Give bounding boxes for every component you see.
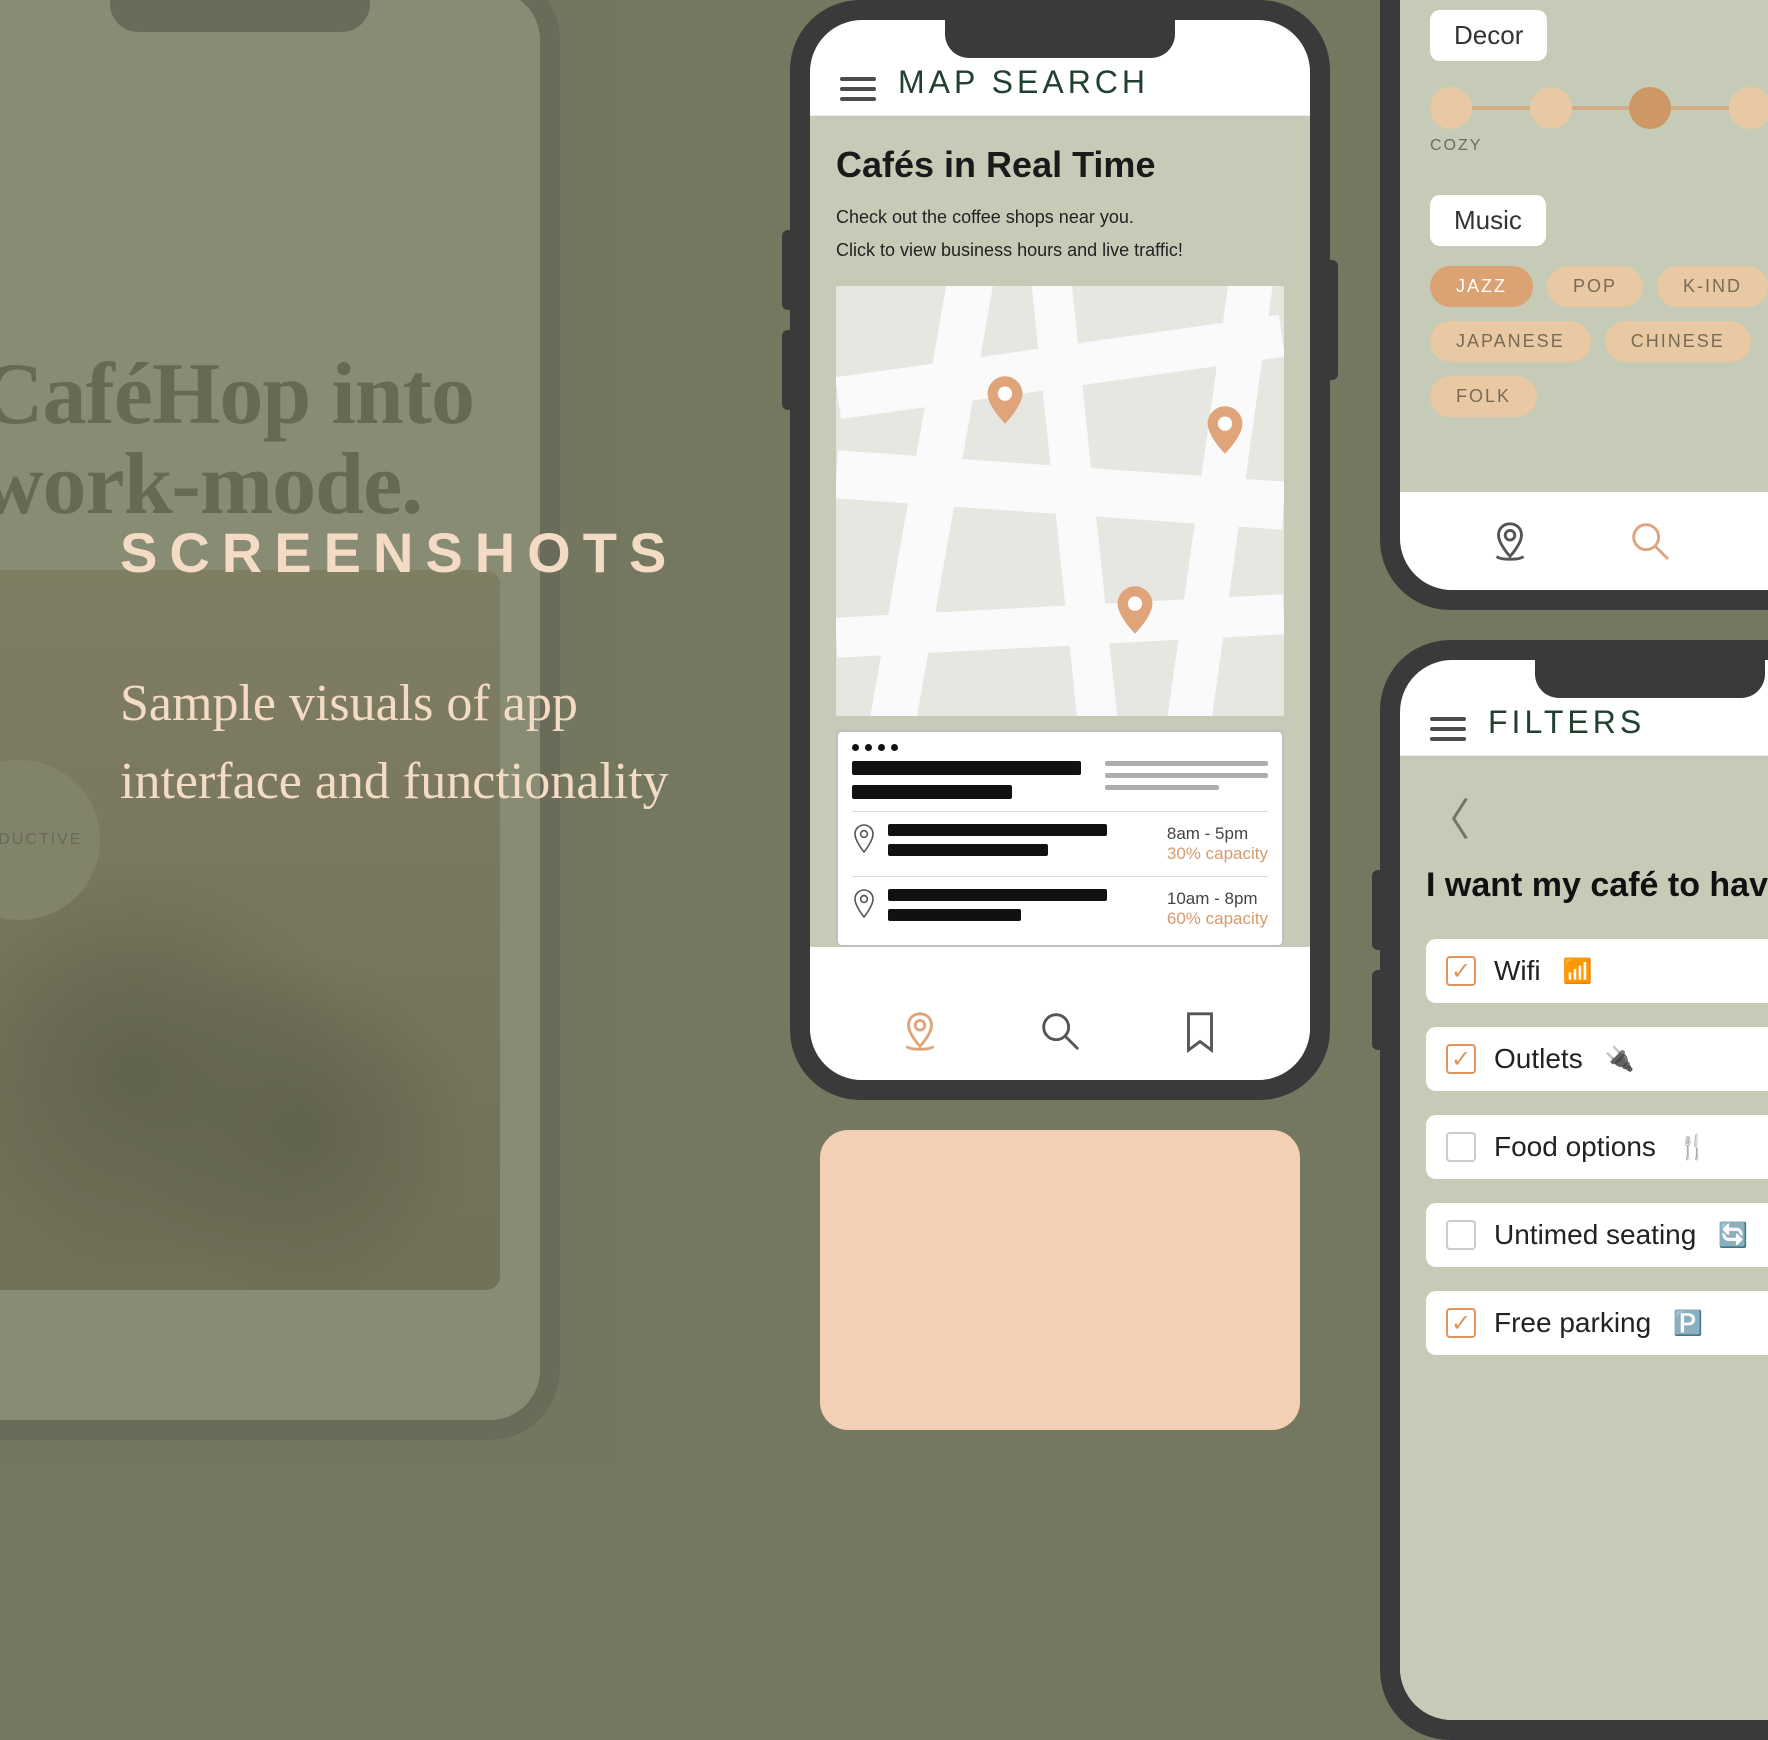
filter-outlets[interactable]: ✓ Outlets 🔌 [1426,1027,1768,1091]
nav-search-icon[interactable] [1627,518,1673,564]
map-pin-icon[interactable] [1116,586,1154,634]
page-title: FILTERS [1488,704,1645,741]
music-tags: JAZZ POP K-IND JAPANESE CHINESE FOLK [1430,266,1768,417]
section-description: Sample visuals of app interface and func… [120,665,720,821]
music-label: Music [1430,195,1546,246]
section-eyebrow: SCREENSHOTS [120,520,720,585]
tag-japanese[interactable]: JAPANESE [1430,321,1591,362]
capacity-text: 30% capacity [1167,844,1268,864]
plug-icon: 🔌 [1605,1045,1635,1074]
back-chevron-icon[interactable]: 〈 [1426,784,1768,848]
slider-caption-cozy: COZY [1430,137,1768,155]
hamburger-icon[interactable] [1430,717,1466,741]
map-pin-icon[interactable] [986,376,1024,424]
map-heading: Cafés in Real Time [836,144,1284,186]
result-row[interactable]: 10am - 8pm 60% capacity [852,876,1268,941]
page-title: MAP SEARCH [898,64,1149,101]
tag-chinese[interactable]: CHINESE [1605,321,1751,362]
map-sub1: Check out the coffee shops near you. [836,204,1284,231]
hours-text: 10am - 8pm [1167,889,1268,909]
decor-slider[interactable] [1430,87,1768,129]
filter-label: Wifi [1494,955,1541,987]
tag-kind[interactable]: K-IND [1657,266,1768,307]
result-row[interactable]: 8am - 5pm 30% capacity [852,811,1268,876]
map-canvas[interactable] [836,286,1284,716]
nav-search-icon[interactable] [1037,1008,1083,1054]
nav-map-icon[interactable] [1487,518,1533,564]
pin-outline-icon [852,889,876,919]
filter-label: Free parking [1494,1307,1651,1339]
results-card: 8am - 5pm 30% capacity 10am - 8pm 60% ca… [836,730,1284,947]
checkbox-icon[interactable] [1446,1132,1476,1162]
capacity-text: 60% capacity [1167,909,1268,929]
filter-parking[interactable]: ✓ Free parking 🅿️ [1426,1291,1768,1355]
bottom-nav [810,982,1310,1080]
pin-outline-icon [852,824,876,854]
filter-label: Outlets [1494,1043,1583,1075]
text-block: SCREENSHOTS Sample visuals of app interf… [120,520,720,821]
food-icon: 🍴 [1678,1133,1708,1162]
tag-jazz[interactable]: JAZZ [1430,266,1533,307]
filter-label: Food options [1494,1131,1656,1163]
filters-heading: I want my café to have… [1426,866,1768,905]
hamburger-icon[interactable] [840,77,876,101]
filter-food[interactable]: Food options 🍴 [1426,1115,1768,1179]
phone-preferences: Decor COZY Music JAZZ POP K-IND JAPANESE… [1380,0,1768,610]
parking-icon: 🅿️ [1673,1309,1703,1338]
nav-map-icon[interactable] [897,1008,943,1054]
wifi-icon: 📶 [1563,957,1593,986]
checkbox-icon[interactable]: ✓ [1446,1044,1476,1074]
phone-map-search: MAP SEARCH Cafés in Real Time Check out … [790,0,1330,1100]
tag-pop[interactable]: POP [1547,266,1643,307]
bottom-nav [1400,492,1768,590]
filter-seating[interactable]: Untimed seating 🔄 [1426,1203,1768,1267]
hours-text: 8am - 5pm [1167,824,1268,844]
peach-card [820,1130,1300,1430]
filter-wifi[interactable]: ✓ Wifi 📶 [1426,939,1768,1003]
repeat-icon: 🔄 [1718,1221,1748,1250]
checkbox-icon[interactable] [1446,1220,1476,1250]
nav-bookmark-icon[interactable] [1177,1008,1223,1054]
checkbox-icon[interactable]: ✓ [1446,1308,1476,1338]
phone-filters: FILTERS 〈 I want my café to have… ✓ Wifi… [1380,640,1768,1740]
checkbox-icon[interactable]: ✓ [1446,956,1476,986]
map-sub2: Click to view business hours and live tr… [836,237,1284,264]
filter-label: Untimed seating [1494,1219,1696,1251]
tag-folk[interactable]: FOLK [1430,376,1537,417]
decor-label: Decor [1430,10,1547,61]
map-pin-icon[interactable] [1206,406,1244,454]
card-dots [852,744,1268,751]
